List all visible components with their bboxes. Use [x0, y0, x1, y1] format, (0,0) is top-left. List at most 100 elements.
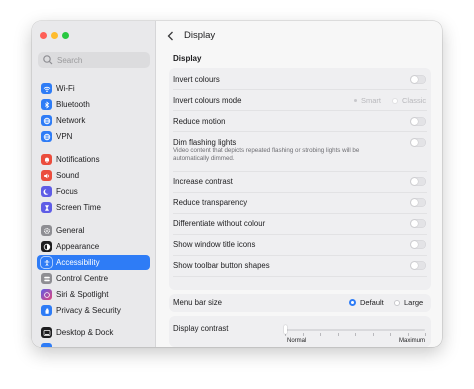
search-field[interactable]: Search: [38, 52, 150, 68]
header: Display: [156, 21, 442, 51]
sidebar-item-label: Network: [56, 116, 86, 125]
sidebar-item-siri-spotlight[interactable]: Siri & Spotlight: [37, 287, 150, 302]
radio-label: Smart: [361, 96, 382, 105]
sidebar-item-label: Bluetooth: [56, 100, 90, 109]
sidebar-item-bluetooth[interactable]: Bluetooth: [37, 97, 150, 112]
sidebar-item-general[interactable]: General: [37, 223, 150, 238]
sidebar-item-desktop-dock[interactable]: Desktop & Dock: [37, 325, 150, 340]
sidebar-item-accessibility[interactable]: Accessibility: [37, 255, 150, 270]
hourglass-icon: [41, 202, 52, 213]
invert-colours-toggle[interactable]: [410, 75, 426, 84]
sidebar-item-label: VPN: [56, 132, 73, 141]
divider: [173, 171, 427, 172]
setting-label: Invert colours mode: [173, 96, 242, 105]
menu-bar-large-radio[interactable]: Large: [394, 298, 423, 307]
sidebar-item-control-centre[interactable]: Control Centre: [37, 271, 150, 286]
slider-tick: [408, 333, 409, 336]
slider-tick: [373, 333, 374, 336]
dock-icon: [41, 327, 52, 338]
setting-reduce-transparency: Reduce transparency: [173, 197, 427, 209]
sidebar-item-appearance[interactable]: Appearance: [37, 239, 150, 254]
sidebar-item-label: Focus: [56, 187, 78, 196]
minimize-button[interactable]: [51, 32, 58, 39]
radio-indicator: [354, 99, 357, 102]
radio-indicator: [394, 299, 400, 306]
sidebar-item-network[interactable]: Network: [37, 113, 150, 128]
close-button[interactable]: [40, 32, 47, 39]
sidebar-item-privacy-security[interactable]: Privacy & Security: [37, 303, 150, 318]
display-contrast-slider[interactable]: [285, 329, 425, 331]
sidebar-item-wifi[interactable]: Wi-Fi: [37, 81, 150, 96]
chevron-left-icon[interactable]: [166, 30, 176, 42]
sidebar-item-focus[interactable]: Focus: [37, 184, 150, 199]
display-icon: [41, 343, 52, 347]
control-centre-icon: [41, 273, 52, 284]
radio-indicator: [392, 97, 398, 104]
dim-flashing-toggle[interactable]: [410, 138, 426, 147]
slider-tick: [425, 333, 426, 336]
divider: [173, 110, 427, 111]
sidebar-item-notifications[interactable]: Notifications: [37, 152, 150, 167]
divider: [173, 276, 427, 277]
main-content: Display Display Invert colours Invert co…: [156, 21, 442, 347]
setting-label: Display contrast: [173, 324, 229, 333]
radio-label: Classic: [402, 96, 427, 105]
reduce-motion-toggle[interactable]: [410, 117, 426, 126]
radio-label: Large: [404, 298, 424, 307]
moon-icon: [41, 186, 52, 197]
setting-dim-flashing-lights: Dim flashing lights Video content that d…: [173, 137, 427, 167]
invert-mode-classic-radio[interactable]: Classic: [392, 96, 426, 105]
setting-label: Reduce transparency: [173, 198, 248, 207]
reduce-transparency-toggle[interactable]: [410, 198, 426, 207]
wifi-icon: [41, 83, 52, 94]
setting-label: Show toolbar button shapes: [173, 261, 270, 270]
sidebar-item-label: Accessibility: [56, 258, 100, 267]
page-title: Display: [184, 30, 216, 41]
divider: [173, 192, 427, 193]
setting-label: Dim flashing lights: [173, 138, 237, 147]
setting-label: Reduce motion: [173, 117, 226, 126]
sidebar-item-label: Desktop & Dock: [56, 328, 114, 337]
slider-tick: [390, 333, 391, 336]
setting-description: Video content that depicts repeated flas…: [173, 147, 360, 162]
bell-icon: [41, 154, 52, 165]
divider: [173, 131, 427, 132]
slider-tick: [303, 333, 304, 336]
sidebar-item-vpn[interactable]: VPN: [37, 129, 150, 144]
sidebar-item-label: Sound: [56, 171, 80, 180]
sidebar-item-screen-time[interactable]: Screen Time: [37, 200, 150, 215]
slider-tick: [355, 333, 356, 336]
globe-icon: [41, 115, 52, 126]
slider-tick: [320, 333, 321, 336]
setting-label: Increase contrast: [173, 177, 233, 186]
setting-label: Menu bar size: [173, 298, 222, 307]
setting-invert-mode: Invert colours mode Smart Classic: [173, 95, 427, 107]
sidebar-item-partial[interactable]: [37, 341, 150, 347]
divider: [173, 255, 427, 256]
sidebar-item-label: Privacy & Security: [56, 306, 121, 315]
bluetooth-icon: [41, 99, 52, 110]
setting-invert-colours: Invert colours: [173, 74, 427, 86]
speaker-icon: [41, 170, 52, 181]
sidebar-item-label: Siri & Spotlight: [56, 290, 109, 299]
settings-window: Search Wi-Fi Bluetooth Network VPN Notif…: [32, 21, 442, 347]
increase-contrast-toggle[interactable]: [410, 177, 426, 186]
window-title-icons-toggle[interactable]: [410, 240, 426, 249]
slider-knob[interactable]: [284, 325, 287, 334]
section-title: Display: [173, 54, 202, 63]
zoom-button[interactable]: [62, 32, 69, 39]
slider-tick: [338, 333, 339, 336]
invert-mode-smart-radio[interactable]: Smart: [354, 96, 381, 105]
menu-bar-panel: Menu bar size Default Large: [169, 294, 431, 312]
sidebar-item-sound[interactable]: Sound: [37, 168, 150, 183]
setting-increase-contrast: Increase contrast: [173, 176, 427, 188]
sidebar-item-label: Screen Time: [56, 203, 101, 212]
menu-bar-default-radio[interactable]: Default: [349, 298, 384, 307]
setting-label: Show window title icons: [173, 240, 256, 249]
toolbar-shapes-toggle[interactable]: [410, 261, 426, 270]
accessibility-icon: [41, 257, 52, 268]
differentiate-toggle[interactable]: [410, 219, 426, 228]
sidebar: Search Wi-Fi Bluetooth Network VPN Notif…: [32, 21, 156, 347]
slider-min-label: Normal: [287, 338, 307, 344]
appearance-icon: [41, 241, 52, 252]
